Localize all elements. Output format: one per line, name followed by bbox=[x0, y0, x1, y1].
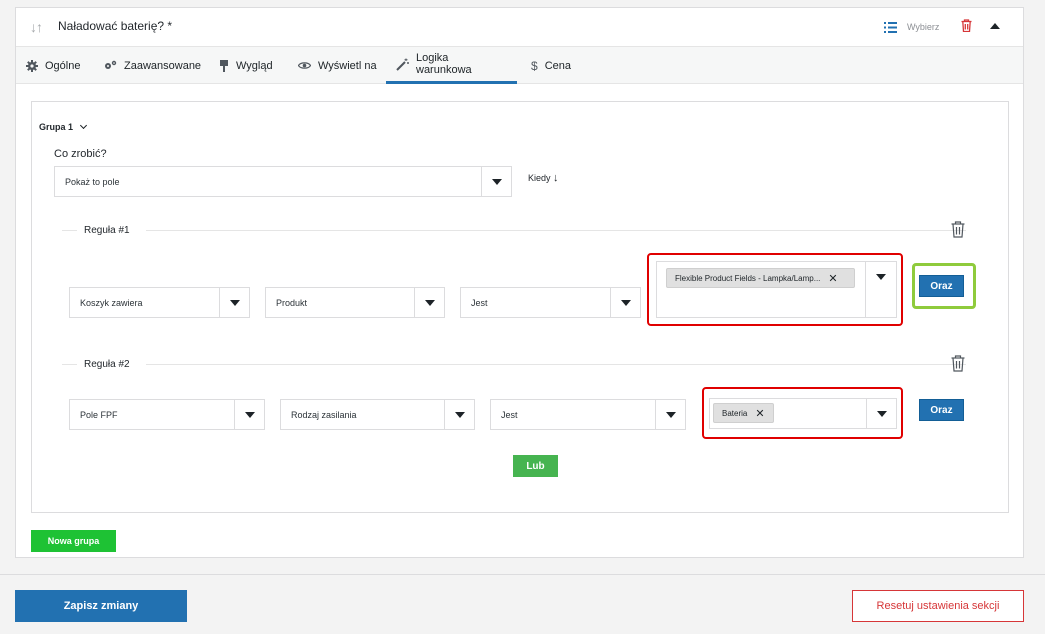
tab-price[interactable]: $ Cena bbox=[521, 47, 581, 84]
eye-icon bbox=[298, 61, 311, 70]
footer-divider bbox=[0, 574, 1045, 575]
tab-label: Cena bbox=[544, 59, 571, 72]
tab-label: Wygląd bbox=[236, 59, 273, 72]
magic-wand-icon bbox=[396, 58, 409, 71]
dropdown-arrow-icon[interactable] bbox=[865, 262, 896, 317]
dropdown-arrow-icon[interactable] bbox=[234, 400, 264, 429]
tab-appearance[interactable]: Wygląd bbox=[209, 47, 283, 84]
field-card: ↓↑ Naładować baterię? * Wybierz Ogólne Z… bbox=[15, 7, 1024, 558]
chip-label: Flexible Product Fields - Lampka/Lamp... bbox=[675, 273, 821, 283]
collapse-caret-icon[interactable] bbox=[990, 23, 1000, 29]
gears-icon bbox=[104, 60, 117, 71]
action-select-value: Pokaż to pole bbox=[65, 177, 120, 187]
when-sort-toggle[interactable]: Kiedy ↓ bbox=[528, 172, 559, 184]
trash-icon[interactable] bbox=[961, 19, 972, 37]
rule-divider bbox=[62, 230, 77, 231]
rule-2-title: Reguła #2 bbox=[84, 359, 130, 370]
tab-advanced[interactable]: Zaawansowane bbox=[94, 47, 211, 84]
tab-label: Logika warunkowa bbox=[416, 52, 472, 76]
dropdown-arrow-icon[interactable] bbox=[866, 399, 896, 428]
dropdown-arrow-icon[interactable] bbox=[610, 288, 640, 317]
rule-1-subject-select[interactable]: Produkt bbox=[265, 287, 445, 318]
dropdown-arrow-icon[interactable] bbox=[219, 288, 249, 317]
rule-1-trash-icon[interactable] bbox=[951, 221, 965, 243]
action-select[interactable]: Pokaż to pole bbox=[54, 166, 512, 197]
rule-2-value-chip: Bateria ✕ bbox=[713, 403, 774, 423]
rule-2-subject-select[interactable]: Rodzaj zasilania bbox=[280, 399, 475, 430]
rule-1-operator-value: Jest bbox=[471, 298, 488, 308]
rule-1-value-chip: Flexible Product Fields - Lampka/Lamp...… bbox=[666, 268, 855, 288]
tab-general[interactable]: Ogólne bbox=[16, 47, 90, 84]
tab-bar: Ogólne Zaawansowane Wygląd Wyświetl na L… bbox=[16, 46, 1023, 84]
rule-2-operator-value: Jest bbox=[501, 410, 518, 420]
field-header: ↓↑ Naładować baterię? * Wybierz bbox=[16, 8, 1023, 46]
when-label: Kiedy bbox=[528, 173, 551, 183]
gear-icon bbox=[26, 59, 38, 72]
rule-1-operator-select[interactable]: Jest bbox=[460, 287, 641, 318]
rule-2-and-button[interactable]: Oraz bbox=[919, 399, 964, 421]
tab-label: Wyświetl na bbox=[318, 59, 377, 72]
tab-label: Ogólne bbox=[45, 59, 81, 72]
dollar-icon: $ bbox=[531, 58, 538, 73]
group-toggle[interactable]: Grupa 1 bbox=[39, 121, 88, 132]
condition-group: Grupa 1 Co zrobić? Pokaż to pole Kiedy ↓… bbox=[31, 101, 1009, 513]
tab-display-on[interactable]: Wyświetl na bbox=[288, 47, 387, 84]
chevron-down-icon bbox=[79, 121, 88, 130]
tab-label: Zaawansowane bbox=[124, 59, 202, 72]
or-button[interactable]: Lub bbox=[513, 455, 558, 477]
chip-label: Bateria bbox=[722, 408, 748, 418]
rule-2-trash-icon[interactable] bbox=[951, 355, 965, 377]
dropdown-arrow-icon[interactable] bbox=[481, 167, 511, 196]
arrow-down-icon: ↓ bbox=[553, 172, 559, 184]
tab-conditional-logic[interactable]: Logika warunkowa bbox=[386, 47, 517, 84]
remove-chip-icon[interactable]: ✕ bbox=[828, 272, 837, 285]
brush-icon bbox=[219, 59, 229, 72]
reset-section-button[interactable]: Resetuj ustawienia sekcji bbox=[852, 590, 1024, 622]
remove-chip-icon[interactable]: ✕ bbox=[755, 407, 764, 420]
rule-2-field-select[interactable]: Pole FPF bbox=[69, 399, 265, 430]
rule-1-field-select[interactable]: Koszyk zawiera bbox=[69, 287, 250, 318]
dropdown-arrow-icon[interactable] bbox=[414, 288, 444, 317]
new-group-button[interactable]: Nowa grupa bbox=[31, 530, 116, 552]
dropdown-arrow-icon[interactable] bbox=[655, 400, 685, 429]
choose-link[interactable]: Wybierz bbox=[907, 22, 939, 32]
field-title: Naładować baterię? * bbox=[58, 19, 173, 33]
rule-1-title: Reguła #1 bbox=[84, 225, 130, 236]
sort-arrows-icon[interactable]: ↓↑ bbox=[30, 19, 43, 35]
rule-2-operator-select[interactable]: Jest bbox=[490, 399, 686, 430]
what-to-do-label: Co zrobić? bbox=[54, 148, 107, 160]
list-icon[interactable] bbox=[884, 20, 897, 38]
rule-divider bbox=[62, 364, 77, 365]
rule-2-subject-value: Rodzaj zasilania bbox=[291, 410, 357, 420]
rule-1-field-value: Koszyk zawiera bbox=[80, 298, 143, 308]
rule-2-field-value: Pole FPF bbox=[80, 410, 118, 420]
rule-1-and-button[interactable]: Oraz bbox=[919, 275, 964, 297]
rule-divider bbox=[146, 230, 966, 231]
save-changes-button[interactable]: Zapisz zmiany bbox=[15, 590, 187, 622]
rule-1-subject-value: Produkt bbox=[276, 298, 308, 308]
group-label: Grupa 1 bbox=[39, 122, 74, 132]
dropdown-arrow-icon[interactable] bbox=[444, 400, 474, 429]
rule-divider bbox=[146, 364, 966, 365]
